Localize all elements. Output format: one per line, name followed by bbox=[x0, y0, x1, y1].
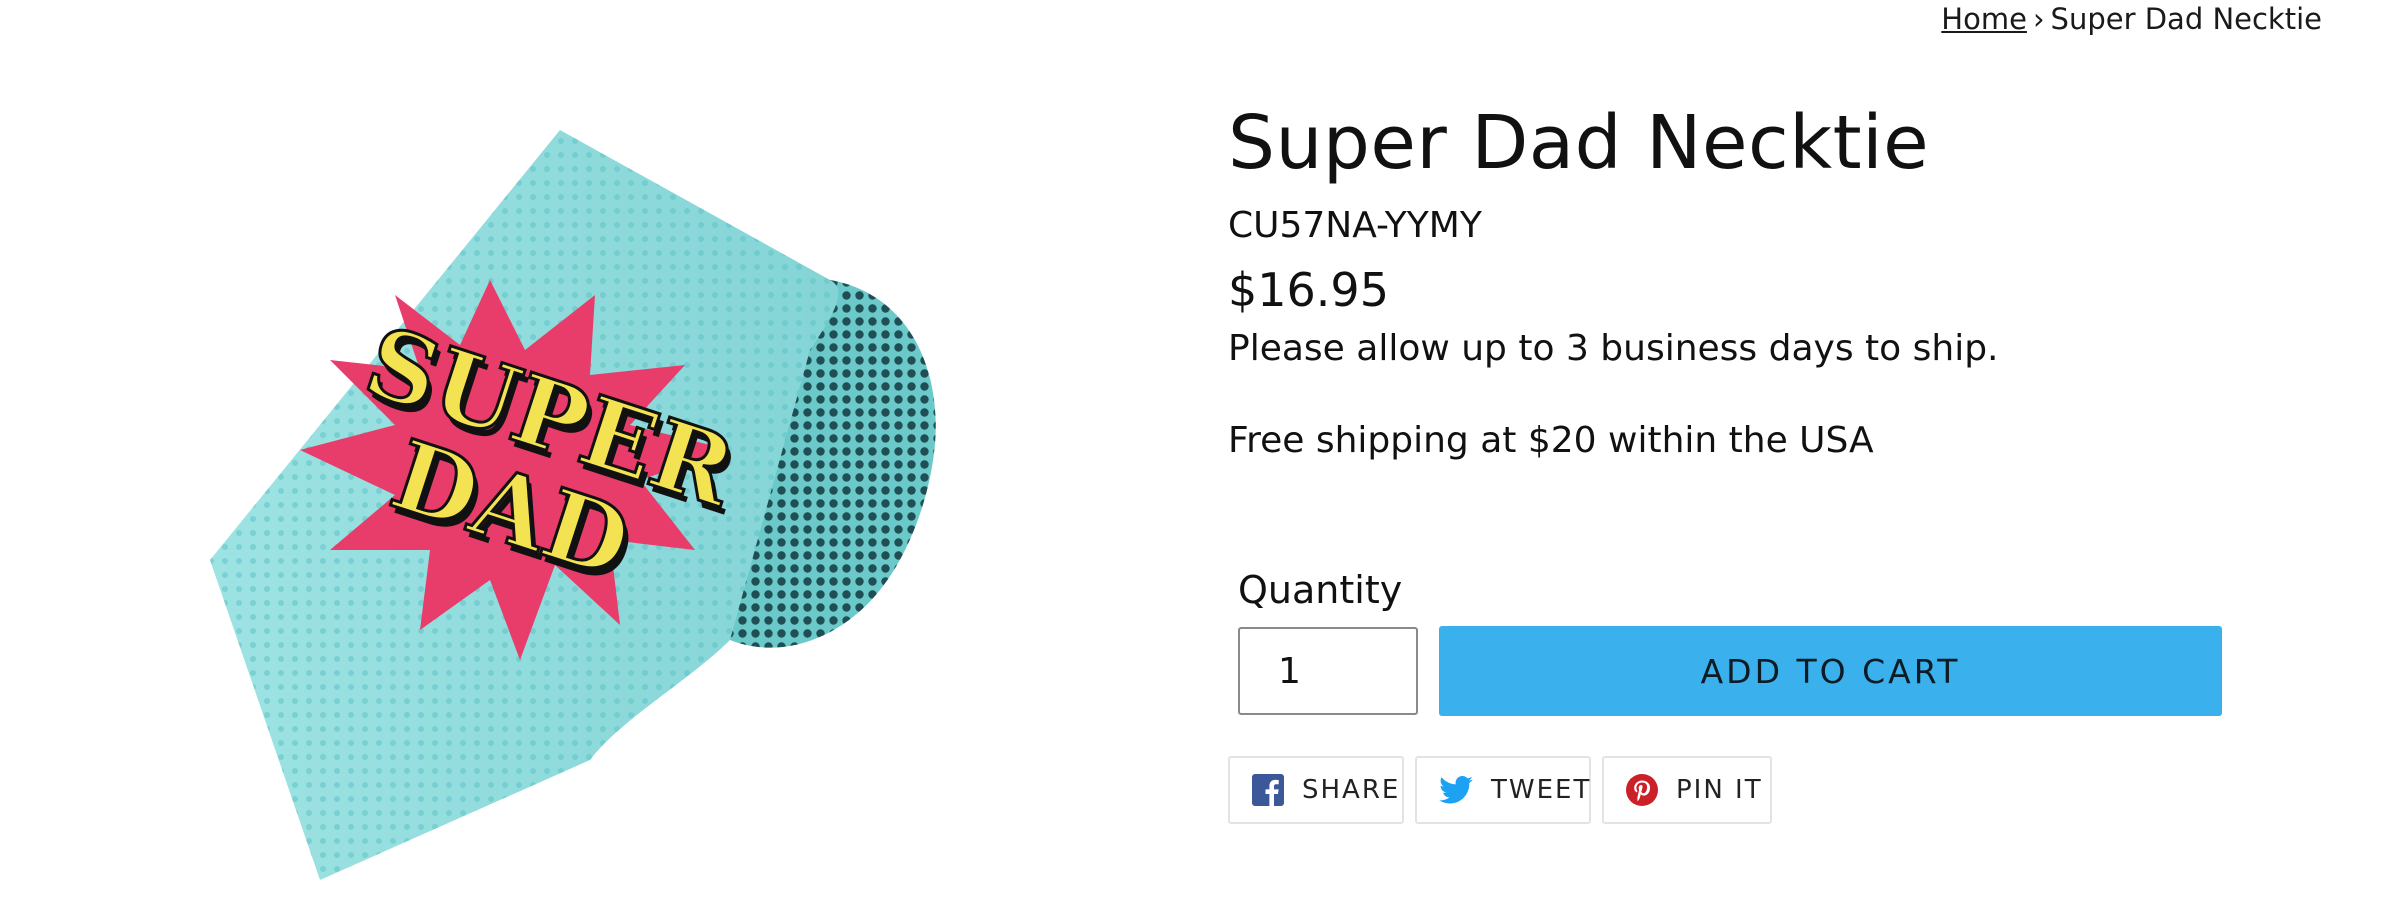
pinterest-icon bbox=[1626, 774, 1658, 806]
shipping-note: Please allow up to 3 business days to sh… bbox=[1228, 328, 1999, 369]
share-twitter-button[interactable]: TWEET bbox=[1415, 756, 1591, 824]
breadcrumb-home-link[interactable]: Home bbox=[1941, 2, 2027, 36]
share-pinterest-label: PIN IT bbox=[1676, 775, 1763, 805]
share-facebook-label: SHARE bbox=[1302, 775, 1401, 805]
quantity-label: Quantity bbox=[1238, 568, 1403, 612]
breadcrumb-current: Super Dad Necktie bbox=[2050, 2, 2322, 36]
quantity-input[interactable] bbox=[1238, 627, 1418, 715]
add-to-cart-button[interactable]: ADD TO CART bbox=[1439, 626, 2222, 716]
product-image[interactable]: SUPER SUPER DAD DAD bbox=[190, 120, 1080, 890]
breadcrumb-separator: › bbox=[2032, 2, 2045, 36]
share-twitter-label: TWEET bbox=[1491, 775, 1592, 805]
share-pinterest-button[interactable]: PIN IT bbox=[1602, 756, 1772, 824]
product-title: Super Dad Necktie bbox=[1228, 100, 1930, 186]
product-sku: CU57NA-YYMY bbox=[1228, 205, 1482, 246]
breadcrumb: Home › Super Dad Necktie bbox=[1941, 0, 2322, 38]
facebook-icon bbox=[1252, 774, 1284, 806]
twitter-icon bbox=[1439, 776, 1473, 804]
free-shipping-note: Free shipping at $20 within the USA bbox=[1228, 420, 1874, 461]
necktie-illustration: SUPER SUPER DAD DAD bbox=[210, 130, 936, 880]
product-price: $16.95 bbox=[1228, 263, 1389, 317]
share-facebook-button[interactable]: SHARE bbox=[1228, 756, 1404, 824]
